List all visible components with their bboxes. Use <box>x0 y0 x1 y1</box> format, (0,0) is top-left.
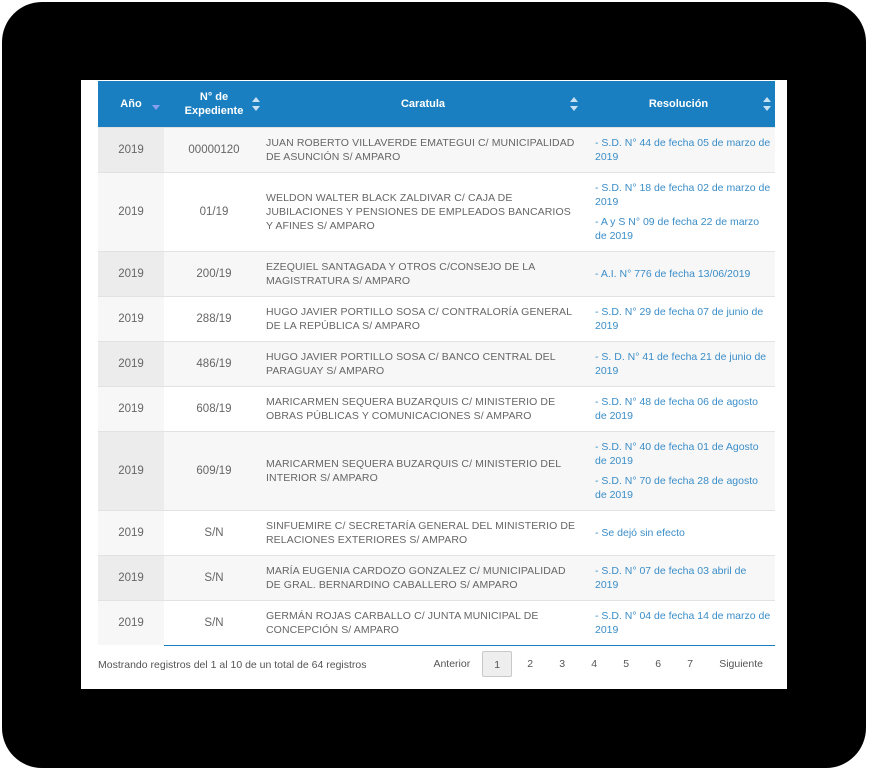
records-panel: Año N° de Expediente Caratula Resolución <box>81 80 787 689</box>
table-row: 2019 200/19 EZEQUIEL SANTAGADA Y OTROS C/C… <box>98 250 775 296</box>
cell-expediente: 200/19 <box>164 250 264 296</box>
sort-both-icon <box>763 96 771 111</box>
page-button-3[interactable]: 3 <box>546 651 578 677</box>
cell-caratula: MARICARMEN SEQUERA BUZARQUIS C/ MINISTER… <box>264 385 582 431</box>
cell-caratula: HUGO JAVIER PORTILLO SOSA C/ BANCO CENTR… <box>264 340 582 386</box>
cell-resolucion: - S.D. N° 04 de fecha 14 de marzo de 201… <box>582 599 775 646</box>
cell-anio: 2019 <box>98 250 164 296</box>
sort-both-icon <box>570 96 578 111</box>
resolution-link[interactable]: - S.D. N° 40 de fecha 01 de Agosto de 20… <box>595 440 771 468</box>
table-row: 2019 S/N SINFUEMIRE C/ SECRETARÍA GENERAL … <box>98 509 775 555</box>
cell-resolucion: - S.D. N° 44 de fecha 05 de marzo de 201… <box>582 126 775 172</box>
page-button-4[interactable]: 4 <box>578 651 610 677</box>
cell-anio: 2019 <box>98 430 164 510</box>
cell-expediente: 609/19 <box>164 430 264 510</box>
column-header-label: Año <box>120 97 142 110</box>
cell-resolucion: - Se dejó sin efecto <box>582 509 775 555</box>
cell-expediente: 486/19 <box>164 340 264 386</box>
page-button-5[interactable]: 5 <box>610 651 642 677</box>
records-table-wrapper: Año N° de Expediente Caratula Resolución <box>98 81 775 646</box>
table-body: 2019 00000120 JUAN ROBERTO VILLAVERDE EMAT… <box>98 126 775 646</box>
table-row: 2019 288/19 HUGO JAVIER PORTILLO SOSA C/ C… <box>98 295 775 341</box>
cell-expediente: S/N <box>164 599 264 646</box>
cell-expediente: 01/19 <box>164 171 264 251</box>
resolution-link[interactable]: - S.D. N° 70 de fecha 28 de agosto de 20… <box>595 474 771 502</box>
resolution-link[interactable]: - Se dejó sin efecto <box>595 526 771 540</box>
resolution-link[interactable]: - S.D. N° 29 de fecha 07 de junio de 201… <box>595 305 771 333</box>
cell-expediente: 00000120 <box>164 126 264 172</box>
cell-expediente: S/N <box>164 554 264 600</box>
column-header-label: Caratula <box>400 97 446 110</box>
cell-anio: 2019 <box>98 385 164 431</box>
records-info: Mostrando registros del 1 al 10 de un to… <box>98 659 367 671</box>
column-header-expediente[interactable]: N° de Expediente <box>164 81 264 127</box>
cell-anio: 2019 <box>98 554 164 600</box>
resolution-link[interactable]: - S.D. N° 18 de fecha 02 de marzo de 201… <box>595 181 771 209</box>
sort-desc-icon <box>152 97 160 111</box>
table-row: 2019 S/N GERMÁN ROJAS CARBALLO C/ JUNTA MU… <box>98 599 775 646</box>
column-header-label: N° de Expediente <box>184 90 244 117</box>
column-header-label: Resolución <box>648 97 709 110</box>
sort-both-icon <box>252 96 260 111</box>
cell-resolucion: - S.D. N° 18 de fecha 02 de marzo de 201… <box>582 171 775 251</box>
cell-caratula: MARICARMEN SEQUERA BUZARQUIS C/ MINISTER… <box>264 430 582 510</box>
cell-resolucion: - S.D. N° 40 de fecha 01 de Agosto de 20… <box>582 430 775 510</box>
resolution-link[interactable]: - S.D. N° 48 de fecha 06 de agosto de 20… <box>595 395 771 423</box>
cell-anio: 2019 <box>98 599 164 645</box>
resolution-link[interactable]: - A.I. N° 776 de fecha 13/06/2019 <box>595 267 771 281</box>
cell-anio: 2019 <box>98 340 164 386</box>
column-header-anio[interactable]: Año <box>98 81 164 127</box>
table-row: 2019 486/19 HUGO JAVIER PORTILLO SOSA C/ B… <box>98 340 775 386</box>
resolution-link[interactable]: - S. D. N° 41 de fecha 21 de junio de 20… <box>595 350 771 378</box>
cell-caratula: SINFUEMIRE C/ SECRETARÍA GENERAL DEL MIN… <box>264 509 582 555</box>
cell-anio: 2019 <box>98 126 164 172</box>
cell-resolucion: - S.D. N° 07 de fecha 03 abril de 2019 <box>582 554 775 600</box>
table-row: 2019 S/N MARÍA EUGENIA CARDOZO GONZALEZ C/… <box>98 554 775 600</box>
cell-resolucion: - S. D. N° 41 de fecha 21 de junio de 20… <box>582 340 775 386</box>
cell-resolucion: - S.D. N° 48 de fecha 06 de agosto de 20… <box>582 385 775 431</box>
table-row: 2019 609/19 MARICARMEN SEQUERA BUZARQUIS C… <box>98 430 775 510</box>
page-button-2[interactable]: 2 <box>514 651 546 677</box>
column-header-resolucion[interactable]: Resolución <box>582 81 775 127</box>
table-row: 2019 00000120 JUAN ROBERTO VILLAVERDE EMAT… <box>98 126 775 172</box>
cell-anio: 2019 <box>98 295 164 341</box>
table-header-row: Año N° de Expediente Caratula Resolución <box>98 81 775 127</box>
cell-expediente: S/N <box>164 509 264 555</box>
cell-caratula: HUGO JAVIER PORTILLO SOSA C/ CONTRALORÍA… <box>264 295 582 341</box>
cell-expediente: 288/19 <box>164 295 264 341</box>
cell-caratula: WELDON WALTER BLACK ZALDIVAR C/ CAJA DE … <box>264 171 582 251</box>
cell-anio: 2019 <box>98 509 164 555</box>
cell-anio: 2019 <box>98 171 164 251</box>
cell-caratula: GERMÁN ROJAS CARBALLO C/ JUNTA MUNICIPAL… <box>264 599 582 646</box>
cell-caratula: EZEQUIEL SANTAGADA Y OTROS C/CONSEJO DE … <box>264 250 582 296</box>
page-button-1[interactable]: 1 <box>482 651 513 677</box>
page-button-6[interactable]: 6 <box>642 651 674 677</box>
records-table: Año N° de Expediente Caratula Resolución <box>98 81 775 646</box>
previous-page-button[interactable]: Anterior <box>433 651 470 677</box>
pagination: Anterior 1 2 3 4 5 6 7 Siguiente <box>433 651 763 677</box>
cell-caratula: MARÍA EUGENIA CARDOZO GONZALEZ C/ MUNICI… <box>264 554 582 600</box>
resolution-link[interactable]: - S.D. N° 04 de fecha 14 de marzo de 201… <box>595 609 771 637</box>
next-page-button[interactable]: Siguiente <box>719 651 763 677</box>
table-row: 2019 01/19 WELDON WALTER BLACK ZALDIVAR C/… <box>98 171 775 251</box>
resolution-link[interactable]: - A y S N° 09 de fecha 22 de marzo de 20… <box>595 215 771 243</box>
cell-resolucion: - A.I. N° 776 de fecha 13/06/2019 <box>582 250 775 296</box>
table-row: 2019 608/19 MARICARMEN SEQUERA BUZARQUIS C… <box>98 385 775 431</box>
resolution-link[interactable]: - S.D. N° 07 de fecha 03 abril de 2019 <box>595 564 771 592</box>
page-button-7[interactable]: 7 <box>674 651 706 677</box>
cell-resolucion: - S.D. N° 29 de fecha 07 de junio de 201… <box>582 295 775 341</box>
cell-caratula: JUAN ROBERTO VILLAVERDE EMATEGUI C/ MUNI… <box>264 126 582 172</box>
cell-expediente: 608/19 <box>164 385 264 431</box>
resolution-link[interactable]: - S.D. N° 44 de fecha 05 de marzo de 201… <box>595 136 771 164</box>
column-header-caratula[interactable]: Caratula <box>264 81 582 127</box>
